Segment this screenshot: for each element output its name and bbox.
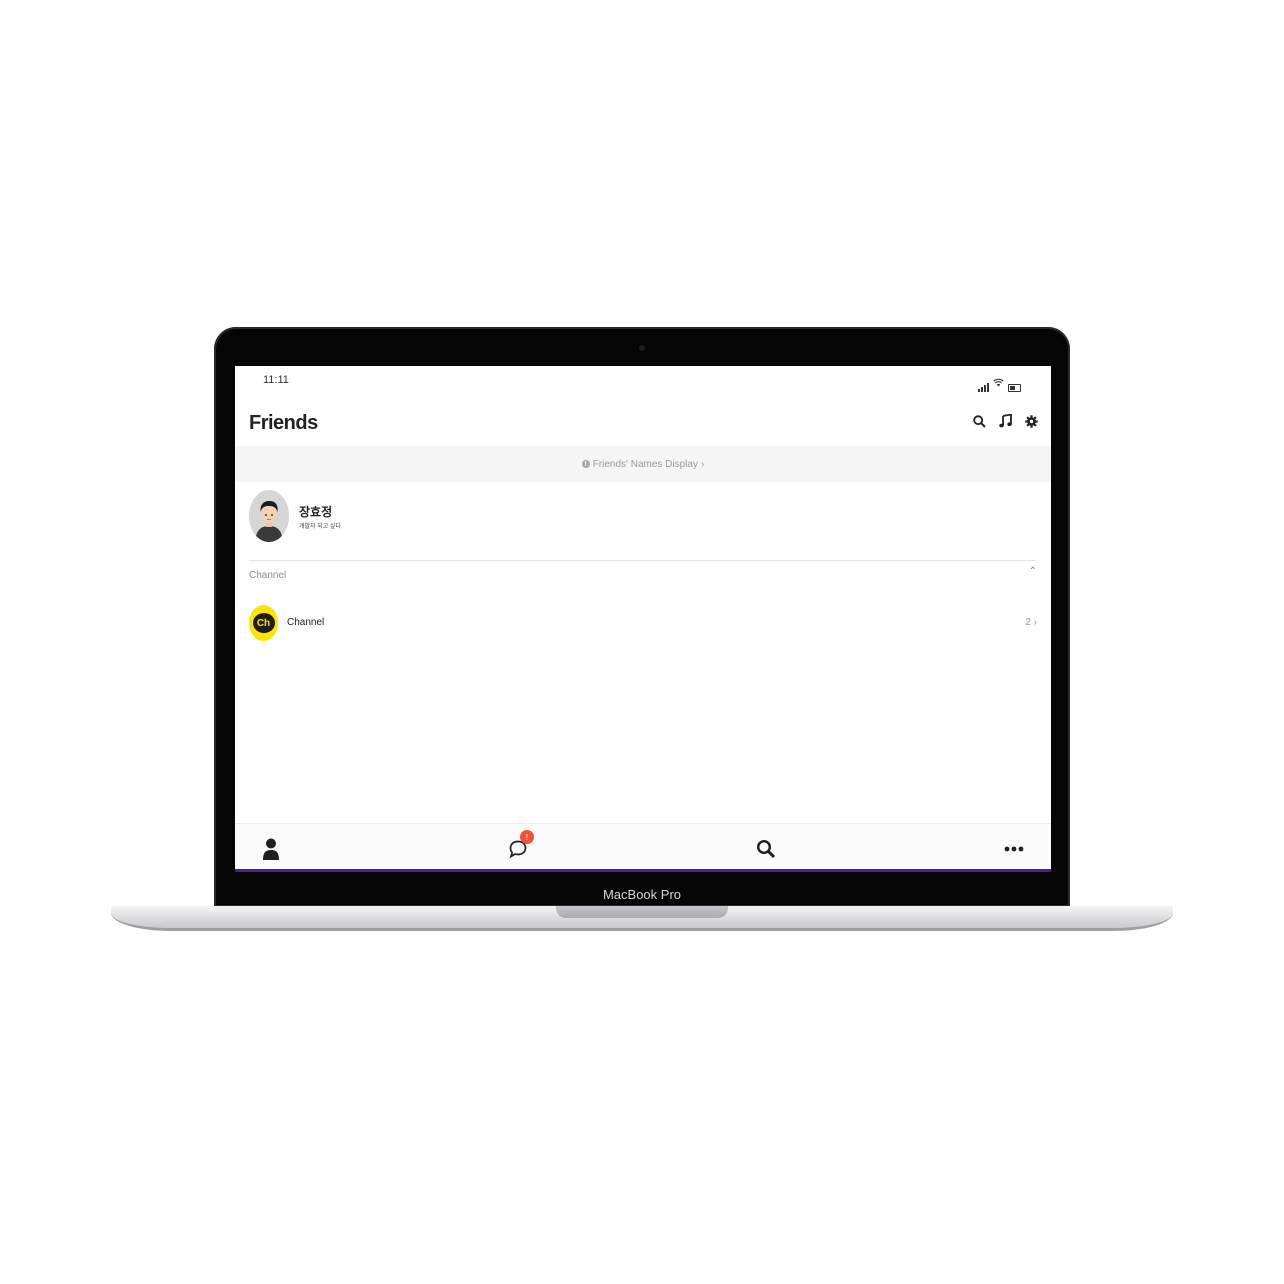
- chevron-right-icon: ›: [700, 458, 705, 470]
- search-icon[interactable]: [971, 412, 987, 430]
- device-label: MacBook Pro: [602, 887, 682, 902]
- tab-bar: !: [235, 823, 1051, 870]
- chat-badge: !: [520, 830, 534, 844]
- app-screen: 11:11 Friends ! Friends' Names Display ›…: [235, 366, 1051, 872]
- channel-name: Channel: [287, 617, 325, 628]
- laptop-lid: 11:11 Friends ! Friends' Names Display ›…: [214, 327, 1070, 907]
- more-tab[interactable]: [999, 834, 1029, 864]
- chevron-right-icon: ›: [1033, 617, 1037, 628]
- divider: [249, 560, 1037, 561]
- search-tab[interactable]: [751, 834, 781, 864]
- channel-count: 2 ›: [1025, 617, 1037, 628]
- signal-icon: [978, 382, 989, 392]
- more-icon: [1004, 846, 1024, 852]
- channel-row[interactable]: Ch Channel 2 ›: [249, 605, 1037, 643]
- notice-text: Friends' Names Display: [592, 458, 698, 470]
- gear-icon[interactable]: [1023, 412, 1039, 430]
- header-actions: [971, 412, 1039, 430]
- page-title: Friends: [249, 412, 318, 434]
- info-icon: !: [581, 460, 590, 468]
- laptop-base: [111, 906, 1173, 931]
- profile-status-message: 개발자 되고 싶다: [299, 524, 341, 530]
- channel-count-value: 2: [1025, 617, 1031, 628]
- camera: [639, 345, 645, 351]
- accent-line: [235, 869, 1051, 872]
- avatar[interactable]: [249, 490, 289, 542]
- music-icon[interactable]: [997, 412, 1013, 430]
- wifi-icon: [993, 374, 1004, 392]
- battery-icon: [1008, 384, 1021, 392]
- my-profile-row[interactable]: 장효정 개발자 되고 싶다: [249, 490, 1037, 546]
- person-icon: [263, 838, 279, 860]
- names-display-notice[interactable]: ! Friends' Names Display ›: [235, 446, 1051, 482]
- status-icons: [978, 374, 1021, 392]
- lid-notch: [556, 906, 728, 918]
- chevron-up-icon[interactable]: ⌃: [1029, 566, 1037, 577]
- search-icon: [756, 839, 776, 859]
- chats-tab[interactable]: !: [503, 830, 534, 864]
- channel-logo-text: Ch: [252, 613, 275, 633]
- status-time: 11:11: [263, 374, 289, 386]
- section-label-channel: Channel: [249, 570, 287, 581]
- profile-name: 장효정: [299, 505, 333, 519]
- channel-logo: Ch: [249, 605, 278, 641]
- friends-tab[interactable]: [256, 834, 286, 864]
- status-bar: 11:11: [235, 366, 1051, 394]
